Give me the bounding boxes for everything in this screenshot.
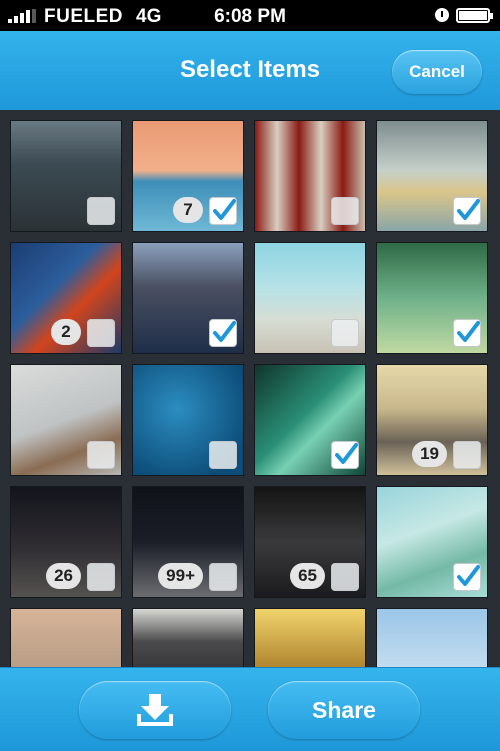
checkmark-icon bbox=[457, 199, 480, 220]
photo-tile[interactable] bbox=[254, 242, 366, 354]
photo-tile[interactable] bbox=[132, 242, 244, 354]
checkbox[interactable] bbox=[87, 319, 115, 347]
photo-tile[interactable]: 2 bbox=[10, 242, 122, 354]
checked-checkbox[interactable] bbox=[209, 197, 237, 225]
photo-tile[interactable] bbox=[132, 364, 244, 476]
checked-checkbox[interactable] bbox=[209, 319, 237, 347]
checkbox[interactable] bbox=[331, 563, 359, 591]
checkbox[interactable] bbox=[209, 563, 237, 591]
checkbox[interactable] bbox=[87, 441, 115, 469]
checkmark-icon bbox=[213, 321, 236, 342]
photo-tile[interactable] bbox=[254, 364, 366, 476]
photo-grid[interactable]: 7 2 19 26 99+ 65 bbox=[0, 110, 500, 667]
checkbox[interactable] bbox=[87, 563, 115, 591]
checked-checkbox[interactable] bbox=[453, 197, 481, 225]
share-button[interactable]: Share bbox=[268, 681, 420, 739]
photo-tile[interactable] bbox=[10, 120, 122, 232]
bottom-toolbar: Share bbox=[0, 667, 500, 751]
checkbox[interactable] bbox=[453, 441, 481, 469]
photo-tile[interactable] bbox=[376, 608, 488, 667]
alarm-icon bbox=[435, 8, 449, 22]
checkmark-icon bbox=[335, 443, 358, 464]
checkbox[interactable] bbox=[87, 197, 115, 225]
clock: 6:08 PM bbox=[214, 6, 286, 27]
count-badge: 65 bbox=[290, 563, 325, 589]
count-badge: 7 bbox=[173, 197, 203, 223]
photo-tile[interactable]: 99+ bbox=[132, 486, 244, 598]
checkbox[interactable] bbox=[331, 319, 359, 347]
photo-tile[interactable] bbox=[132, 608, 244, 667]
checkmark-icon bbox=[457, 321, 480, 342]
photo-tile[interactable]: 65 bbox=[254, 486, 366, 598]
photo-tile[interactable] bbox=[254, 608, 366, 667]
photo-tile[interactable]: 7 bbox=[132, 120, 244, 232]
download-icon bbox=[137, 694, 173, 726]
count-badge: 99+ bbox=[158, 563, 203, 589]
count-badge: 2 bbox=[51, 319, 81, 345]
count-badge: 19 bbox=[412, 441, 447, 467]
cancel-button[interactable]: Cancel bbox=[392, 50, 482, 94]
navigation-bar: Select Items Cancel bbox=[0, 31, 500, 111]
photo-tile[interactable]: 26 bbox=[10, 486, 122, 598]
count-badge: 26 bbox=[46, 563, 81, 589]
photo-tile[interactable] bbox=[376, 120, 488, 232]
battery-icon bbox=[456, 8, 493, 23]
checked-checkbox[interactable] bbox=[331, 441, 359, 469]
photo-tile[interactable] bbox=[10, 364, 122, 476]
checkbox[interactable] bbox=[209, 441, 237, 469]
photo-tile[interactable] bbox=[254, 120, 366, 232]
photo-tile[interactable] bbox=[376, 242, 488, 354]
checkmark-icon bbox=[213, 199, 236, 220]
photo-tile[interactable]: 19 bbox=[376, 364, 488, 476]
download-button[interactable] bbox=[79, 681, 231, 739]
checkmark-icon bbox=[457, 565, 480, 586]
checkbox[interactable] bbox=[331, 197, 359, 225]
checked-checkbox[interactable] bbox=[453, 563, 481, 591]
photo-tile[interactable] bbox=[376, 486, 488, 598]
checked-checkbox[interactable] bbox=[453, 319, 481, 347]
photo-tile[interactable] bbox=[10, 608, 122, 667]
status-bar: FUELED 4G 6:08 PM bbox=[0, 0, 500, 31]
